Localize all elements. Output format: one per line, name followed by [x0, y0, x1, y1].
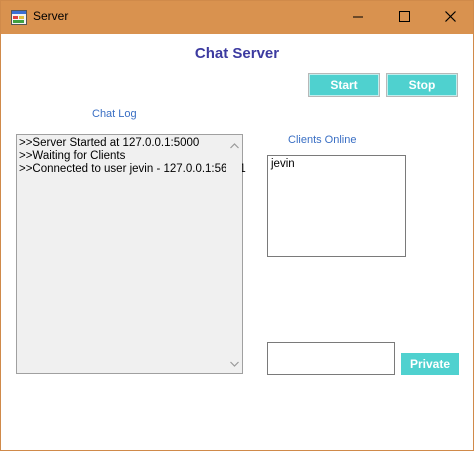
server-window: Server Chat Server Start Stop Chat Log C…	[0, 0, 474, 451]
chevron-down-icon	[229, 354, 239, 372]
scroll-up-button[interactable]	[226, 137, 242, 153]
minimize-button[interactable]	[335, 1, 381, 34]
app-window-icon	[11, 10, 27, 25]
page-title: Chat Server	[194, 45, 280, 62]
clients-online-label: Clients Online	[288, 134, 357, 146]
close-button[interactable]	[427, 1, 473, 34]
chat-log-lines: >>Server Started at 127.0.0.1:5000 >>Wai…	[19, 137, 246, 176]
private-button[interactable]: Private	[401, 353, 459, 375]
start-button[interactable]: Start	[308, 73, 380, 97]
minimize-icon	[352, 9, 364, 27]
scroll-down-button[interactable]	[226, 355, 242, 371]
title-bar[interactable]: Server	[1, 1, 473, 34]
chat-log-label: Chat Log	[92, 108, 137, 120]
window-title: Server	[33, 9, 69, 23]
maximize-icon	[398, 9, 410, 27]
clients-online-list[interactable]: jevin	[267, 155, 406, 257]
chat-log-line: >>Server Started at 127.0.0.1:5000	[19, 137, 200, 149]
chat-log-scrollbar[interactable]	[226, 135, 242, 373]
maximize-button[interactable]	[381, 1, 427, 34]
chevron-up-icon	[229, 136, 239, 154]
chat-log-line: >>Connected to user jevin - 127.0.0.1:56…	[19, 163, 246, 175]
close-icon	[444, 9, 456, 27]
chat-log-line: >>Waiting for Clients	[19, 150, 126, 162]
chat-log-box[interactable]: >>Server Started at 127.0.0.1:5000 >>Wai…	[16, 134, 246, 374]
stop-button[interactable]: Stop	[386, 73, 458, 97]
private-message-input[interactable]	[267, 342, 395, 375]
list-item[interactable]: jevin	[271, 158, 295, 170]
